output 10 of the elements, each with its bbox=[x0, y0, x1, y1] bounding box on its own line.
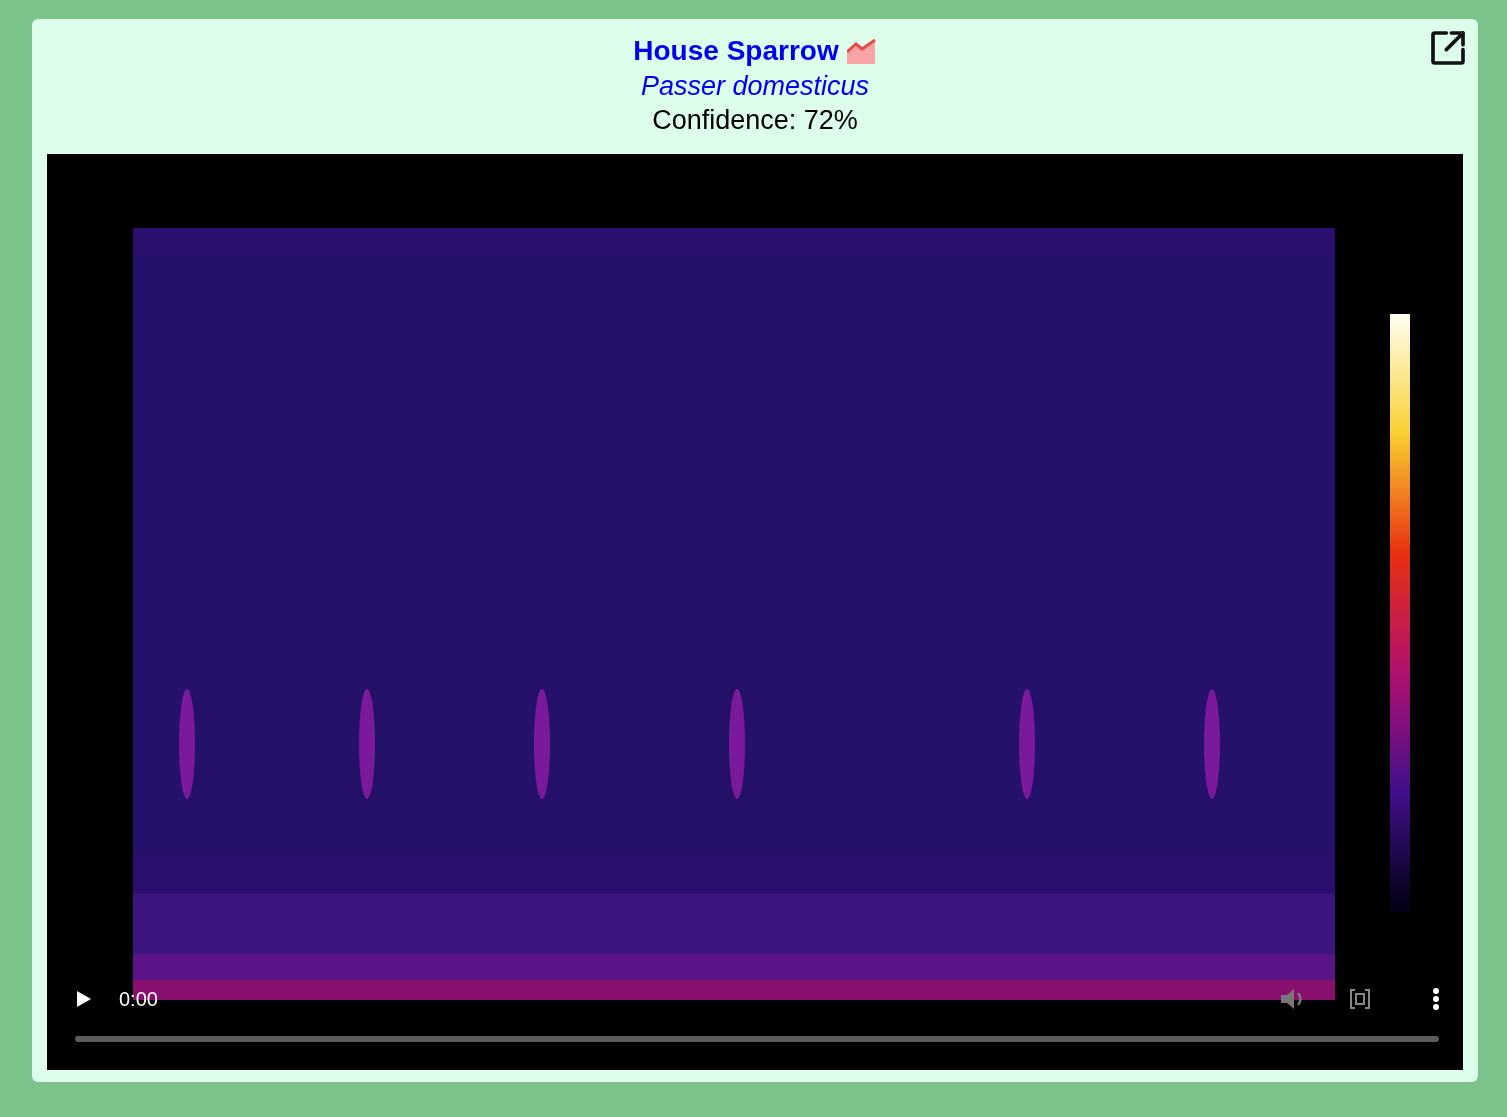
scientific-name: Passer domesticus bbox=[640, 70, 870, 103]
more-options-icon[interactable] bbox=[1433, 988, 1439, 1010]
progress-track[interactable] bbox=[75, 1036, 1439, 1042]
external-link-icon[interactable] bbox=[1428, 28, 1468, 68]
play-button[interactable] bbox=[75, 990, 93, 1008]
confidence-text: Confidence: 72% bbox=[652, 104, 858, 137]
chart-icon[interactable] bbox=[846, 38, 877, 64]
play-icon bbox=[76, 990, 92, 1008]
time-display: 0:00 bbox=[119, 987, 158, 1012]
species-name-link[interactable]: House Sparrow bbox=[633, 37, 839, 65]
